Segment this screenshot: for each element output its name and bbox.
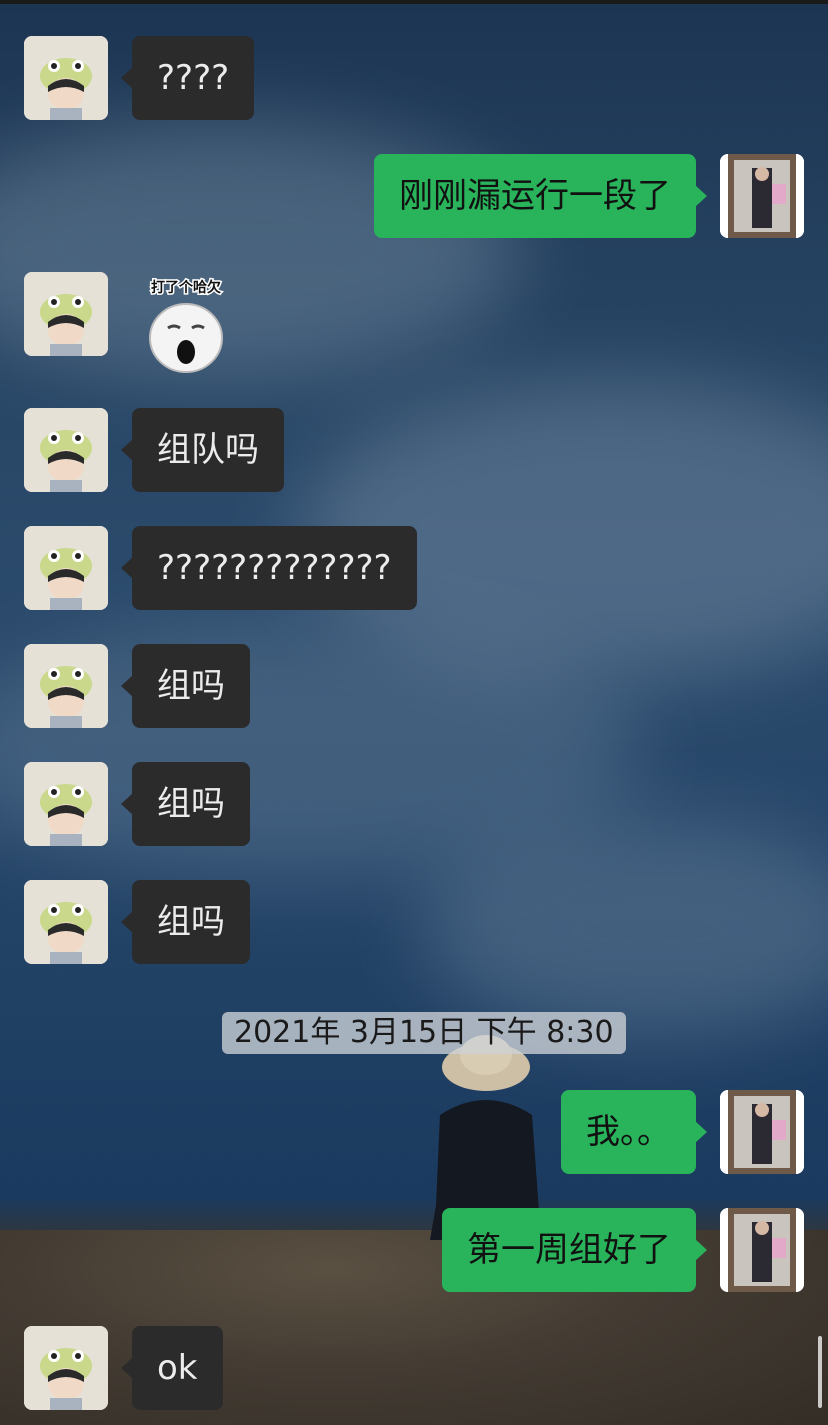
chat-message-row: 第一周组好了 (442, 1208, 804, 1292)
status-strip (0, 0, 828, 4)
my-message-bubble[interactable]: 刚刚漏运行一段了 (374, 154, 707, 238)
sticker-caption: 打了个哈欠 (151, 279, 221, 296)
chat-message-row: 组吗 (24, 880, 250, 964)
chat-message-row (24, 272, 108, 356)
friend-message-bubble[interactable]: 组队吗 (121, 408, 284, 492)
chat-message-row: 组吗 (24, 644, 250, 728)
friend-avatar-icon[interactable] (24, 644, 108, 728)
yawning-face-sticker-icon[interactable]: 打了个哈欠 (134, 272, 238, 376)
friend-avatar-icon[interactable] (24, 880, 108, 964)
chat-message-row: ok (24, 1326, 223, 1410)
my-message-bubble[interactable]: 我。。 (561, 1090, 707, 1174)
chat-message-row: 组吗 (24, 762, 250, 846)
friend-message-bubble[interactable]: 组吗 (121, 644, 250, 728)
chat-timestamp: 2021年 3月15日 下午 8:30 (222, 1012, 626, 1054)
friend-avatar-icon[interactable] (24, 272, 108, 356)
friend-avatar-icon[interactable] (24, 408, 108, 492)
my-avatar-icon[interactable] (720, 1208, 804, 1292)
my-avatar-icon[interactable] (720, 1090, 804, 1174)
friend-message-bubble[interactable]: ???? (120, 36, 255, 120)
chat-message-row: ????????????? (24, 526, 417, 610)
friend-avatar-icon[interactable] (24, 36, 108, 120)
chat-message-row: 刚刚漏运行一段了 (374, 154, 804, 238)
chat-message-row: 组队吗 (24, 408, 284, 492)
chat-message-row: ???? (24, 36, 255, 120)
chat-message-row: 我。。 (561, 1090, 804, 1174)
my-message-bubble[interactable]: 第一周组好了 (442, 1208, 707, 1292)
friend-message-bubble[interactable]: 组吗 (121, 880, 250, 964)
friend-avatar-icon[interactable] (24, 526, 108, 610)
friend-message-bubble[interactable]: ok (121, 1326, 223, 1410)
friend-message-bubble[interactable]: ????????????? (121, 526, 417, 610)
my-avatar-icon[interactable] (720, 154, 804, 238)
friend-avatar-icon[interactable] (24, 1326, 108, 1410)
friend-message-bubble[interactable]: 组吗 (121, 762, 250, 846)
friend-avatar-icon[interactable] (24, 762, 108, 846)
scrollbar[interactable] (818, 1336, 822, 1408)
